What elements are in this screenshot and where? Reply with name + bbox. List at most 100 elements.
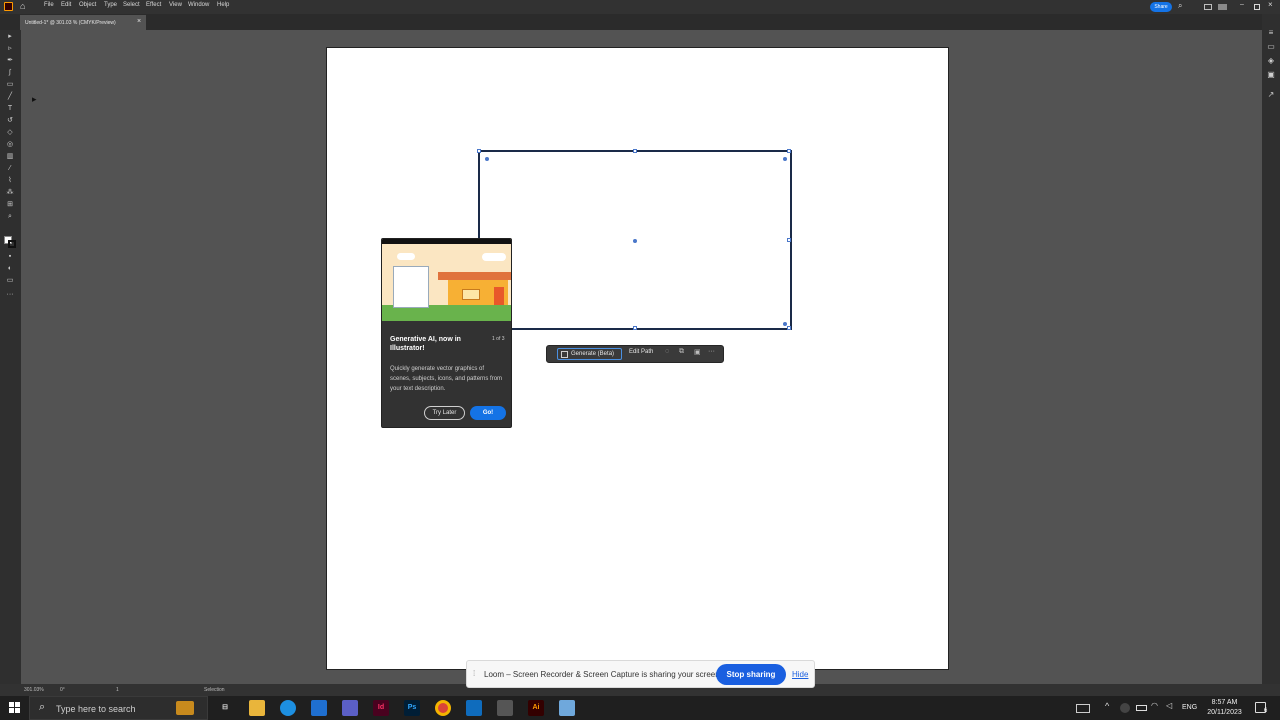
edit-path-button[interactable]: Edit Path — [629, 349, 653, 355]
corner-widget[interactable] — [783, 322, 787, 326]
photoshop-icon[interactable]: Ps — [404, 700, 420, 716]
indesign-icon[interactable]: Id — [373, 700, 389, 716]
chevron-up-icon[interactable]: ^ — [1105, 701, 1109, 711]
document-tab[interactable]: Untitled-1* @ 301.03 % (CMYK/Preview) × — [20, 15, 146, 30]
mail-icon[interactable] — [311, 700, 327, 716]
artboard-number[interactable]: 1 — [116, 687, 119, 693]
battery-icon[interactable] — [1136, 705, 1147, 711]
minimize-icon[interactable]: – — [1240, 1, 1244, 8]
resize-handle[interactable] — [477, 149, 481, 153]
corner-widget[interactable] — [783, 157, 787, 161]
hide-link[interactable]: Hide — [792, 670, 808, 679]
generate-label: Generate (Beta) — [571, 351, 615, 357]
artboard-tool-icon[interactable]: ⊞ — [4, 200, 16, 210]
resize-handle[interactable] — [787, 326, 791, 330]
edge-icon[interactable] — [280, 700, 296, 716]
eraser-tool-icon[interactable]: ◇ — [4, 128, 16, 138]
menu-type[interactable]: Type — [104, 2, 117, 8]
shape-builder-tool-icon[interactable]: ◎ — [4, 140, 16, 150]
menu-select[interactable]: Select — [123, 2, 140, 8]
screen-sharing-banner: ⁞ Loom – Screen Recorder & Screen Captur… — [466, 660, 815, 688]
properties-icon[interactable]: ≡ — [1265, 28, 1277, 38]
menu-file[interactable]: File — [44, 2, 54, 8]
drag-handle-icon[interactable]: ⁞ — [473, 669, 475, 678]
chrome-icon[interactable] — [435, 700, 451, 716]
duplicate-icon[interactable]: ⧉ — [679, 348, 684, 356]
resize-handle[interactable] — [633, 326, 637, 330]
home-icon[interactable]: ⌂ — [20, 1, 25, 11]
file-explorer-icon[interactable] — [249, 700, 265, 716]
popup-step-count: 1 of 3 — [492, 336, 505, 342]
export-icon[interactable]: ↗ — [1265, 90, 1277, 100]
libraries-icon[interactable]: ▣ — [1265, 70, 1277, 80]
keyboard-icon[interactable] — [1076, 704, 1090, 713]
more-tools-icon[interactable]: ··· — [4, 290, 16, 300]
language-indicator[interactable]: ENG — [1182, 704, 1197, 711]
gradient-tool-icon[interactable]: ▥ — [4, 152, 16, 162]
rotate-tool-icon[interactable]: ↺ — [4, 116, 16, 126]
resize-handle[interactable] — [787, 238, 791, 242]
placeholder-frame — [393, 266, 429, 308]
menu-effect[interactable]: Effect — [146, 2, 161, 8]
stroke-swatch-icon[interactable] — [8, 240, 16, 248]
briefcase-icon[interactable] — [176, 701, 194, 715]
menu-view[interactable]: View — [169, 2, 182, 8]
selected-rectangle[interactable] — [477, 149, 792, 330]
zoom-level[interactable]: 301.03% — [24, 687, 44, 693]
arrange-documents-icon[interactable] — [1204, 4, 1212, 10]
taskbar-clock[interactable]: 8:57 AM 20/11/2023 — [1202, 698, 1247, 718]
eyedropper-tool-icon[interactable]: ⁄ — [4, 164, 16, 174]
wifi-icon[interactable]: ◠ — [1151, 701, 1158, 710]
search-icon[interactable]: ⌕ — [1178, 1, 1182, 11]
workspace-icon[interactable] — [1218, 4, 1227, 10]
teams-icon[interactable] — [342, 700, 358, 716]
resize-handle[interactable] — [787, 149, 791, 153]
volume-icon[interactable]: ◁ — [1166, 701, 1172, 710]
stop-sharing-button[interactable]: Stop sharing — [716, 664, 786, 685]
generate-beta-button[interactable]: Generate (Beta) — [557, 348, 622, 360]
screen-mode-icon[interactable]: ▭ — [4, 276, 16, 286]
try-later-button[interactable]: Try Later — [424, 406, 465, 420]
maximize-icon[interactable] — [1254, 4, 1260, 10]
draw-mode-icon[interactable]: ◐ — [4, 264, 16, 274]
app-icon[interactable] — [497, 700, 513, 716]
illustrator-icon[interactable]: Ai — [528, 700, 544, 716]
lock-icon[interactable]: ▣ — [694, 348, 701, 356]
task-view-icon[interactable]: ⊟ — [217, 700, 233, 716]
menu-help[interactable]: Help — [217, 2, 229, 8]
more-options-icon[interactable]: ··· — [708, 348, 715, 355]
go-button[interactable]: Go! — [470, 406, 506, 420]
close-tab-icon[interactable]: × — [137, 18, 141, 25]
notepad-icon[interactable] — [559, 700, 575, 716]
outlook-icon[interactable] — [466, 700, 482, 716]
generate-icon — [561, 351, 568, 358]
rectangle-tool-icon[interactable]: ▭ — [4, 80, 16, 90]
selection-tool-icon[interactable]: ▸ — [4, 32, 16, 42]
direct-selection-tool-icon[interactable]: ▹ — [4, 44, 16, 54]
sharing-message: Loom – Screen Recorder & Screen Capture … — [484, 670, 722, 679]
color-mode-icon[interactable]: ▪ — [4, 252, 16, 262]
menu-edit[interactable]: Edit — [61, 2, 71, 8]
menu-bar: ⌂ File Edit Object Type Select Effect Vi… — [0, 0, 1280, 14]
menu-object[interactable]: Object — [79, 2, 96, 8]
corner-widget[interactable] — [485, 157, 489, 161]
resize-handle[interactable] — [633, 149, 637, 153]
right-panel-strip: ≡ ▭ ◈ ▣ ↗ — [1262, 14, 1280, 684]
paintbrush-tool-icon[interactable]: ╱ — [4, 92, 16, 102]
curvature-tool-icon[interactable]: ∫ — [4, 68, 16, 78]
type-tool-icon[interactable]: T — [4, 104, 16, 114]
close-window-icon[interactable]: × — [1268, 0, 1273, 9]
taskbar-search-box[interactable]: ⌕ Type here to search — [29, 696, 208, 720]
share-button[interactable]: Share — [1150, 2, 1172, 12]
symbol-sprayer-tool-icon[interactable]: ⁂ — [4, 188, 16, 198]
tray-app-icon[interactable] — [1120, 703, 1130, 713]
recolor-icon[interactable]: ◌ — [665, 348, 669, 355]
rotation-value[interactable]: 0° — [60, 687, 65, 693]
comments-icon[interactable]: ▭ — [1265, 42, 1277, 52]
layers-icon[interactable]: ◈ — [1265, 56, 1277, 66]
blend-tool-icon[interactable]: ⌇ — [4, 176, 16, 186]
pen-tool-icon[interactable]: ✒ — [4, 56, 16, 66]
windows-start-icon[interactable] — [9, 702, 20, 713]
zoom-tool-icon[interactable]: ⌕ — [4, 212, 16, 222]
menu-window[interactable]: Window — [188, 2, 209, 8]
